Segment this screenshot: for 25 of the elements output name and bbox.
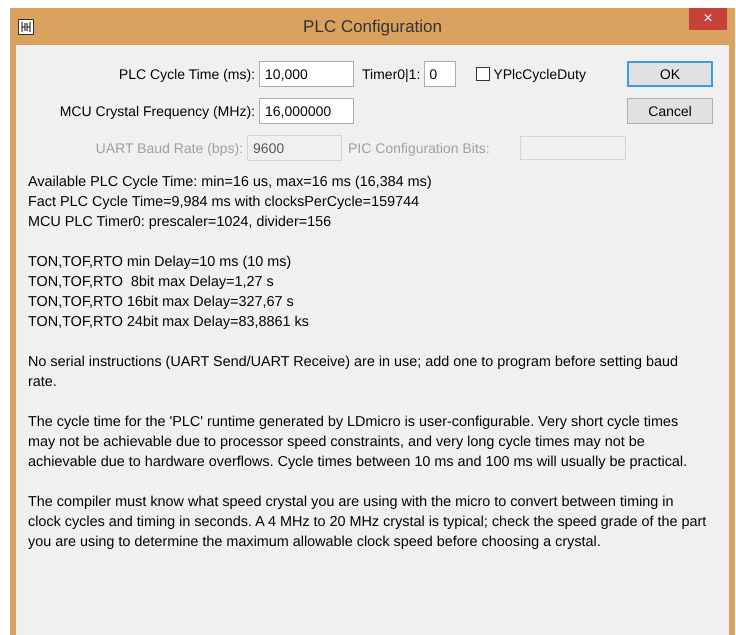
info-line: MCU PLC Timer0: prescaler=1024, divider=156 xyxy=(28,213,332,232)
field-label: PLC Cycle Time (ms): xyxy=(118,64,256,84)
info-line: TON,TOF,RTO 8bit max Delay=1,27 s xyxy=(28,273,275,292)
field-label: UART Baud Rate (bps): xyxy=(94,138,244,158)
input-field[interactable]: 16,000000 xyxy=(259,98,354,124)
window-title: PLC Configuration xyxy=(302,16,443,38)
info-line: Fact PLC Cycle Time=9,984 ms with clocksPerCycle=159744 xyxy=(28,193,420,212)
checkbox-label: YPlcCycleDuty xyxy=(493,64,586,84)
close-button[interactable]: × xyxy=(689,8,727,30)
cancel-button[interactable]: Cancel xyxy=(627,98,713,124)
help-paragraph: The compiler must know what speed crystal you are using with the micro to convert between timing in clock cycles and timing in seconds. A 4 MHz to 20 MHz crystal is typical; check the speed grade of the part you are using to determine the maximum allowable clock speed before choosing a crystal. xyxy=(28,493,707,552)
timer-field[interactable]: 0 xyxy=(424,61,456,87)
info-line: TON,TOF,RTO 24bit max Delay=83,8861 ks xyxy=(28,313,310,332)
help-paragraph: No serial instructions (UART Send/UART Receive) are in use; add one to program before setting baud rate. xyxy=(28,353,680,392)
checkbox[interactable] xyxy=(476,67,490,81)
info-line: Available PLC Cycle Time: min=16 us, max=16 ms (16,384 ms) xyxy=(28,173,433,192)
app-icon xyxy=(18,18,34,34)
field-label: MCU Crystal Frequency (MHz): xyxy=(58,102,256,121)
input-field[interactable]: 10,000 xyxy=(259,61,354,87)
info-line: TON,TOF,RTO min Delay=10 ms (10 ms) xyxy=(28,253,292,272)
ok-button[interactable]: OK xyxy=(627,61,713,87)
help-paragraph: The cycle time for the 'PLC' runtime generated by LDmicro is user-configurable. Very short cycle times may not be achievable due to processor speed constraints, and very long cycle times may not be achievable due to hardware overflows. Cycle times between 10 ms and 100 ms will usually be practical. xyxy=(28,413,688,472)
pic-bits-label: PIC Configuration Bits: xyxy=(348,138,491,158)
info-line: TON,TOF,RTO 16bit max Delay=327,67 s xyxy=(28,293,295,312)
timer-label: Timer0|1: xyxy=(362,64,420,84)
